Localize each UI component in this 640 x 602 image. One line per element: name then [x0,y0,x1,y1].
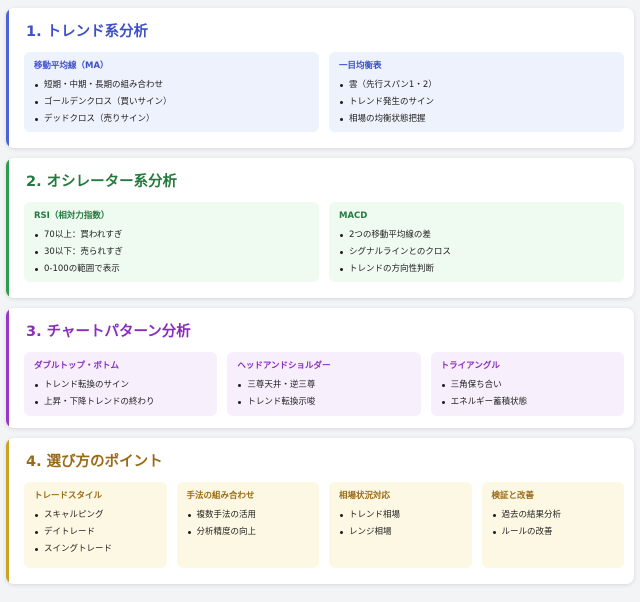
card-verification: 検証と改善 過去の結果分析 ルールの改善 [481,482,624,568]
card-title: 移動平均線（MA） [34,61,109,71]
card-row: 移動平均線（MA） 短期・中期・長期の組み合わせ ゴールデンクロス（買いサイン）… [20,52,624,132]
card-method-combination: 手法の組み合わせ 複数手法の活用 分析精度の向上 [176,482,319,568]
card-trade-style: トレードスタイル スキャルピング デイトレード スイングトレード [24,482,167,568]
list-item: トレンド相場 [339,507,464,524]
list-item: 複数手法の活用 [187,507,312,524]
section-title: 4. 選び方のポイント [26,454,163,470]
list-item: 70以上：買われすぎ [34,227,311,244]
list-item: スキャルピング [34,507,159,524]
section-oscillator-analysis: 2. オシレーター系分析 RSI（相対力指数） 70以上：買われすぎ 30以下：… [6,158,634,298]
card-list: 三尊天井・逆三尊 トレンド転換示唆 [237,377,412,411]
card-list: 70以上：買われすぎ 30以下：売られすぎ 0-100の範囲で表示 [34,227,311,278]
card-list: 三角保ち合い エネルギー蓄積状態 [441,377,616,411]
list-item: レンジ相場 [339,524,464,541]
list-item: ルールの改善 [492,524,617,541]
list-item: 分析精度の向上 [187,524,312,541]
card-title: 手法の組み合わせ [186,491,255,501]
list-item: 短期・中期・長期の組み合わせ [34,77,311,94]
section-title: 1. トレンド系分析 [26,24,149,40]
card-list: 複数手法の活用 分析精度の向上 [187,507,312,541]
card-title: 相場状況対応 [339,491,391,501]
card-list: 過去の結果分析 ルールの改善 [492,507,617,541]
card-rsi: RSI（相対力指数） 70以上：買われすぎ 30以下：売られすぎ 0-100の範… [24,202,319,282]
card-title: トレードスタイル [34,491,103,501]
card-moving-average: 移動平均線（MA） 短期・中期・長期の組み合わせ ゴールデンクロス（買いサイン）… [24,52,319,132]
card-market-condition: 相場状況対応 トレンド相場 レンジ相場 [329,482,472,568]
list-item: 相場の均衡状態把握 [339,111,616,128]
card-title: RSI（相対力指数） [34,211,110,221]
list-item: ゴールデンクロス（買いサイン） [34,94,311,111]
list-item: 三角保ち合い [441,377,616,394]
card-double-top-bottom: ダブルトップ・ボトム トレンド転換のサイン 上昇・下降トレンドの終わり [24,352,218,416]
section-title: 3. チャートパターン分析 [26,324,191,340]
card-head-and-shoulders: ヘッドアンドショルダー 三尊天井・逆三尊 トレンド転換示唆 [227,352,421,416]
card-list: トレンド転換のサイン 上昇・下降トレンドの終わり [34,377,209,411]
card-row: ダブルトップ・ボトム トレンド転換のサイン 上昇・下降トレンドの終わり ヘッドア… [20,352,624,416]
list-item: 0-100の範囲で表示 [34,261,311,278]
list-item: トレンド転換のサイン [34,377,209,394]
card-list: トレンド相場 レンジ相場 [339,507,464,541]
list-item: トレンドの方向性判断 [339,261,616,278]
list-item: スイングトレード [34,541,159,558]
page: 1. トレンド系分析 移動平均線（MA） 短期・中期・長期の組み合わせ ゴールデ… [0,0,640,602]
card-list: 雲（先行スパン1・2） トレンド発生のサイン 相場の均衡状態把握 [339,77,616,128]
card-list: 2つの移動平均線の差 シグナルラインとのクロス トレンドの方向性判断 [339,227,616,278]
card-title: MACD [339,211,368,221]
list-item: トレンド発生のサイン [339,94,616,111]
section-trend-analysis: 1. トレンド系分析 移動平均線（MA） 短期・中期・長期の組み合わせ ゴールデ… [6,8,634,148]
list-item: エネルギー蓄積状態 [441,394,616,411]
list-item: 上昇・下降トレンドの終わり [34,394,209,411]
card-list: 短期・中期・長期の組み合わせ ゴールデンクロス（買いサイン） デッドクロス（売り… [34,77,311,128]
list-item: 30以下：売られすぎ [34,244,311,261]
list-item: 雲（先行スパン1・2） [339,77,616,94]
card-title: ヘッドアンドショルダー [237,361,331,371]
list-item: 2つの移動平均線の差 [339,227,616,244]
card-list: スキャルピング デイトレード スイングトレード [34,507,159,558]
list-item: デッドクロス（売りサイン） [34,111,311,128]
card-triangle: トライアングル 三角保ち合い エネルギー蓄積状態 [430,352,624,416]
list-item: 三尊天井・逆三尊 [237,377,412,394]
card-title: トライアングル [440,361,500,371]
section-title: 2. オシレーター系分析 [26,174,178,190]
card-title: 検証と改善 [491,491,535,501]
list-item: シグナルラインとのクロス [339,244,616,261]
card-row: RSI（相対力指数） 70以上：買われすぎ 30以下：売られすぎ 0-100の範… [20,202,624,282]
section-chart-pattern-analysis: 3. チャートパターン分析 ダブルトップ・ボトム トレンド転換のサイン 上昇・下… [6,308,634,428]
card-row: トレードスタイル スキャルピング デイトレード スイングトレード 手法の組み合わ… [20,482,624,568]
card-macd: MACD 2つの移動平均線の差 シグナルラインとのクロス トレンドの方向性判断 [329,202,624,282]
card-ichimoku: 一目均衡表 雲（先行スパン1・2） トレンド発生のサイン 相場の均衡状態把握 [329,52,624,132]
card-title: 一目均衡表 [339,61,382,71]
list-item: デイトレード [34,524,159,541]
list-item: トレンド転換示唆 [237,394,412,411]
section-selection-points: 4. 選び方のポイント トレードスタイル スキャルピング デイトレード スイング… [6,438,634,584]
list-item: 過去の結果分析 [492,507,617,524]
card-title: ダブルトップ・ボトム [34,361,120,371]
